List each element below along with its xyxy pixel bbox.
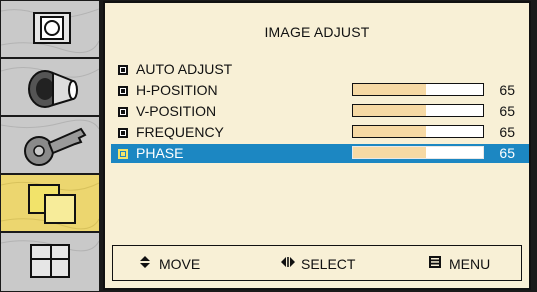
select-label: SELECT <box>301 256 356 272</box>
image-adjust-icon[interactable] <box>1 175 99 231</box>
select-hint: SELECT <box>281 256 355 273</box>
bullet-icon <box>118 107 128 117</box>
menu-hint: MENU <box>429 256 490 273</box>
osd-window: IMAGE ADJUST AUTO ADJUST H-POSITION 65 V… <box>0 0 537 292</box>
h-position-slider[interactable] <box>352 83 484 96</box>
key-setup-icon[interactable] <box>1 117 99 173</box>
lens-focus-icon[interactable] <box>1 59 99 115</box>
image-adjust-panel: IMAGE ADJUST AUTO ADJUST H-POSITION 65 V… <box>103 1 531 290</box>
bullet-icon <box>118 128 128 138</box>
item-value: 65 <box>499 145 515 161</box>
item-label: FREQUENCY <box>136 124 224 140</box>
slider-fill <box>353 126 426 137</box>
menu-item-v-position[interactable]: V-POSITION 65 <box>111 102 529 121</box>
window-layout-icon[interactable] <box>1 233 99 291</box>
item-label: V-POSITION <box>136 103 217 119</box>
menu-item-phase[interactable]: PHASE 65 <box>111 144 529 163</box>
v-position-slider[interactable] <box>352 104 484 117</box>
bullet-icon <box>118 86 128 96</box>
panel-title: IMAGE ADJUST <box>264 24 370 40</box>
item-label: PHASE <box>136 145 184 161</box>
item-value: 65 <box>499 124 515 140</box>
bullet-icon <box>118 149 128 159</box>
category-icon-column <box>1 1 99 291</box>
slider-fill <box>353 105 426 116</box>
menu-item-h-position[interactable]: H-POSITION 65 <box>111 81 529 100</box>
menu-label: MENU <box>449 256 491 272</box>
help-bar: MOVE SELECT MENU <box>112 245 522 281</box>
item-value: 65 <box>499 82 515 98</box>
item-value: 65 <box>499 103 515 119</box>
phase-slider[interactable] <box>352 146 484 159</box>
slider-fill <box>353 84 426 95</box>
frequency-slider[interactable] <box>352 125 484 138</box>
move-label: MOVE <box>159 256 201 272</box>
move-hint: MOVE <box>139 256 200 273</box>
menu-grid-icon <box>429 256 445 273</box>
menu-item-frequency[interactable]: FREQUENCY 65 <box>111 123 529 142</box>
left-right-arrows-icon <box>281 256 297 273</box>
item-label: AUTO ADJUST <box>136 61 233 77</box>
image-size-icon[interactable] <box>1 1 99 57</box>
slider-fill <box>353 147 426 158</box>
bullet-icon <box>118 65 128 75</box>
item-label: H-POSITION <box>136 82 218 98</box>
up-down-arrows-icon <box>139 256 155 273</box>
menu-item-auto-adjust[interactable]: AUTO ADJUST <box>111 60 529 79</box>
